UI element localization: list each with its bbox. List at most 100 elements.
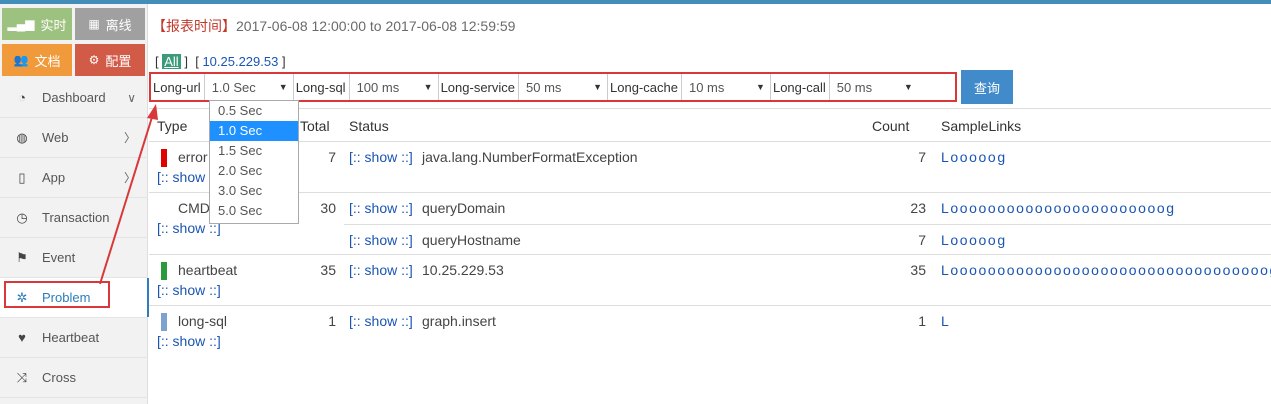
sample-links[interactable]: Loooooooooooooooooooooooooooooooooog: [941, 262, 1271, 278]
ip-filter-row: [ All ] [ 10.25.229.53 ]: [155, 54, 286, 69]
ip-link[interactable]: 10.25.229.53: [202, 54, 278, 69]
type-show-link[interactable]: [:: show ::]: [157, 333, 221, 349]
status-count: 7: [918, 149, 926, 165]
sidebar-item-label: Web: [42, 130, 69, 145]
long-call-value: 50 ms: [836, 79, 873, 95]
config-label: 配置: [105, 53, 132, 69]
offline-button[interactable]: ▦ 离线: [75, 8, 145, 40]
docs-button[interactable]: 👥 文档: [2, 44, 72, 76]
table-row: [:: show ::] graph.insert 1 L: [344, 306, 1271, 337]
table-row-group-error: error [:: show ::] 7 [:: show ::] java.l…: [149, 142, 1271, 193]
status-show-link[interactable]: [:: show ::]: [349, 232, 413, 248]
long-service-label: Long-service: [439, 74, 520, 100]
globe-icon: ◍: [16, 129, 28, 145]
chevron-right-icon: 〉: [123, 171, 136, 185]
sidebar-nav: ◔ Dashboard ∨ ◍ Web 〉 ▯ App 〉 ◷ Transact…: [0, 78, 149, 398]
table-row-group-cmd: CMD [:: show ::] 30 [:: show ::] queryDo…: [149, 193, 1271, 255]
type-color-bar: [161, 313, 167, 331]
realtime-button[interactable]: ▂▄▆ 实时: [2, 8, 72, 40]
status-count: 23: [910, 200, 926, 216]
col-status-header: Status: [349, 118, 389, 134]
status-show-link[interactable]: [:: show ::]: [349, 200, 413, 216]
sidebar-item-label: Transaction: [42, 210, 110, 225]
sample-links[interactable]: L: [941, 313, 1271, 329]
type-color-bar: [161, 149, 167, 167]
dropdown-option[interactable]: 3.0 Sec: [210, 181, 298, 201]
chevron-down-icon: ∨: [127, 90, 136, 105]
report-time: 【报表时间】2017-06-08 12:00:00 to 2017-06-08 …: [152, 16, 515, 36]
docs-label: 文档: [34, 53, 61, 69]
config-button[interactable]: ⚙ 配置: [75, 44, 145, 76]
sidebar-item-app[interactable]: ▯ App 〉: [0, 158, 148, 198]
sidebar-item-dashboard[interactable]: ◔ Dashboard ∨: [0, 78, 148, 118]
dropdown-option[interactable]: 0.5 Sec: [210, 101, 298, 121]
long-sql-label: Long-sql: [294, 74, 350, 100]
bracket: [: [195, 54, 199, 69]
caret-down-icon: ▼: [423, 82, 433, 92]
dropdown-option-selected[interactable]: 1.0 Sec: [210, 121, 298, 141]
status-count: 7: [918, 232, 926, 248]
table-row: [:: show ::] 10.25.229.53 35 Loooooooooo…: [344, 255, 1271, 286]
dashboard-icon: ◔: [18, 90, 26, 105]
long-call-select[interactable]: 50 ms ▼: [830, 74, 918, 100]
long-url-select[interactable]: 1.0 Sec ▼: [205, 74, 294, 100]
sidebar-item-label: Event: [42, 250, 76, 265]
sidebar-item-label: Heartbeat: [42, 330, 100, 345]
report-time-label: 【报表时间】: [152, 18, 236, 34]
sidebar: ▂▄▆ 实时 ▦ 离线 👥 文档 ⚙ 配置 ◔ Dashboard ∨ ◍ We…: [0, 4, 149, 404]
sidebar-item-web[interactable]: ◍ Web 〉: [0, 118, 148, 158]
sidebar-item-label: Cross: [42, 370, 76, 385]
long-cache-value: 10 ms: [688, 79, 725, 95]
problem-highlight-box: [4, 281, 110, 308]
bracket: ]: [184, 54, 188, 69]
dropdown-option[interactable]: 1.5 Sec: [210, 141, 298, 161]
long-url-label: Long-url: [151, 74, 205, 100]
cogs-icon: ⚙: [88, 53, 100, 67]
sample-links[interactable]: Looooog: [941, 232, 1271, 248]
col-total-header: Total: [300, 118, 330, 134]
status-count: 35: [910, 262, 926, 278]
sample-links[interactable]: Looooooooooooooooooooooog: [941, 200, 1271, 216]
type-show-link[interactable]: [:: show ::]: [157, 282, 221, 298]
status-text: java.lang.NumberFormatException: [422, 149, 638, 165]
threshold-filter-bar: Long-url 1.0 Sec ▼ Long-sql 100 ms ▼ Long-…: [149, 72, 957, 102]
dropdown-option[interactable]: 5.0 Sec: [210, 201, 298, 221]
status-show-link[interactable]: [:: show ::]: [349, 262, 413, 278]
long-cache-label: Long-cache: [608, 74, 682, 100]
dropdown-option[interactable]: 2.0 Sec: [210, 161, 298, 181]
sample-links[interactable]: Looooog: [941, 149, 1271, 165]
realtime-label: 实时: [40, 17, 67, 33]
col-samples-header: SampleLinks: [941, 118, 1022, 134]
sidebar-item-cross[interactable]: ⤨ Cross: [0, 358, 148, 398]
query-button[interactable]: 查询: [961, 70, 1013, 104]
long-sql-select[interactable]: 100 ms ▼: [350, 74, 439, 100]
bracket: ]: [281, 54, 286, 69]
sidebar-item-event[interactable]: ⚑ Event: [0, 238, 148, 278]
random-icon: ⤨: [16, 369, 28, 385]
long-cache-select[interactable]: 10 ms ▼: [682, 74, 771, 100]
status-text: graph.insert: [422, 313, 496, 329]
sidebar-item-heartbeat[interactable]: ♥ Heartbeat: [0, 318, 148, 358]
col-type-header: Type: [157, 118, 188, 134]
caret-down-icon: ▼: [593, 82, 603, 92]
status-count: 1: [918, 313, 926, 329]
heart-icon: ♥: [18, 330, 26, 345]
sidebar-item-transaction[interactable]: ◷ Transaction: [0, 198, 148, 238]
problem-table: Type Total Status Count SampleLinks erro…: [149, 108, 1271, 358]
report-time-range: 2017-06-08 12:00:00 to 2017-06-08 12:59:…: [236, 18, 516, 34]
type-name: long-sql: [178, 313, 228, 329]
sidebar-item-problem[interactable]: ✲ Problem: [0, 278, 149, 318]
status-show-link[interactable]: [:: show ::]: [349, 313, 413, 329]
caret-down-icon: ▼: [903, 82, 913, 92]
all-ip-link[interactable]: All: [162, 54, 181, 69]
table-row: [:: show ::] java.lang.NumberFormatExcep…: [344, 142, 1271, 173]
users-icon: 👥: [13, 53, 29, 67]
chevron-right-icon: 〉: [123, 131, 136, 145]
type-total: 30: [320, 200, 336, 216]
status-show-link[interactable]: [:: show ::]: [349, 149, 413, 165]
long-service-select[interactable]: 50 ms ▼: [519, 74, 609, 100]
type-total: 7: [328, 149, 336, 165]
long-service-value: 50 ms: [526, 79, 562, 95]
shortcut-row-2: 👥 文档 ⚙ 配置: [0, 44, 145, 76]
bracket: [: [155, 54, 159, 69]
